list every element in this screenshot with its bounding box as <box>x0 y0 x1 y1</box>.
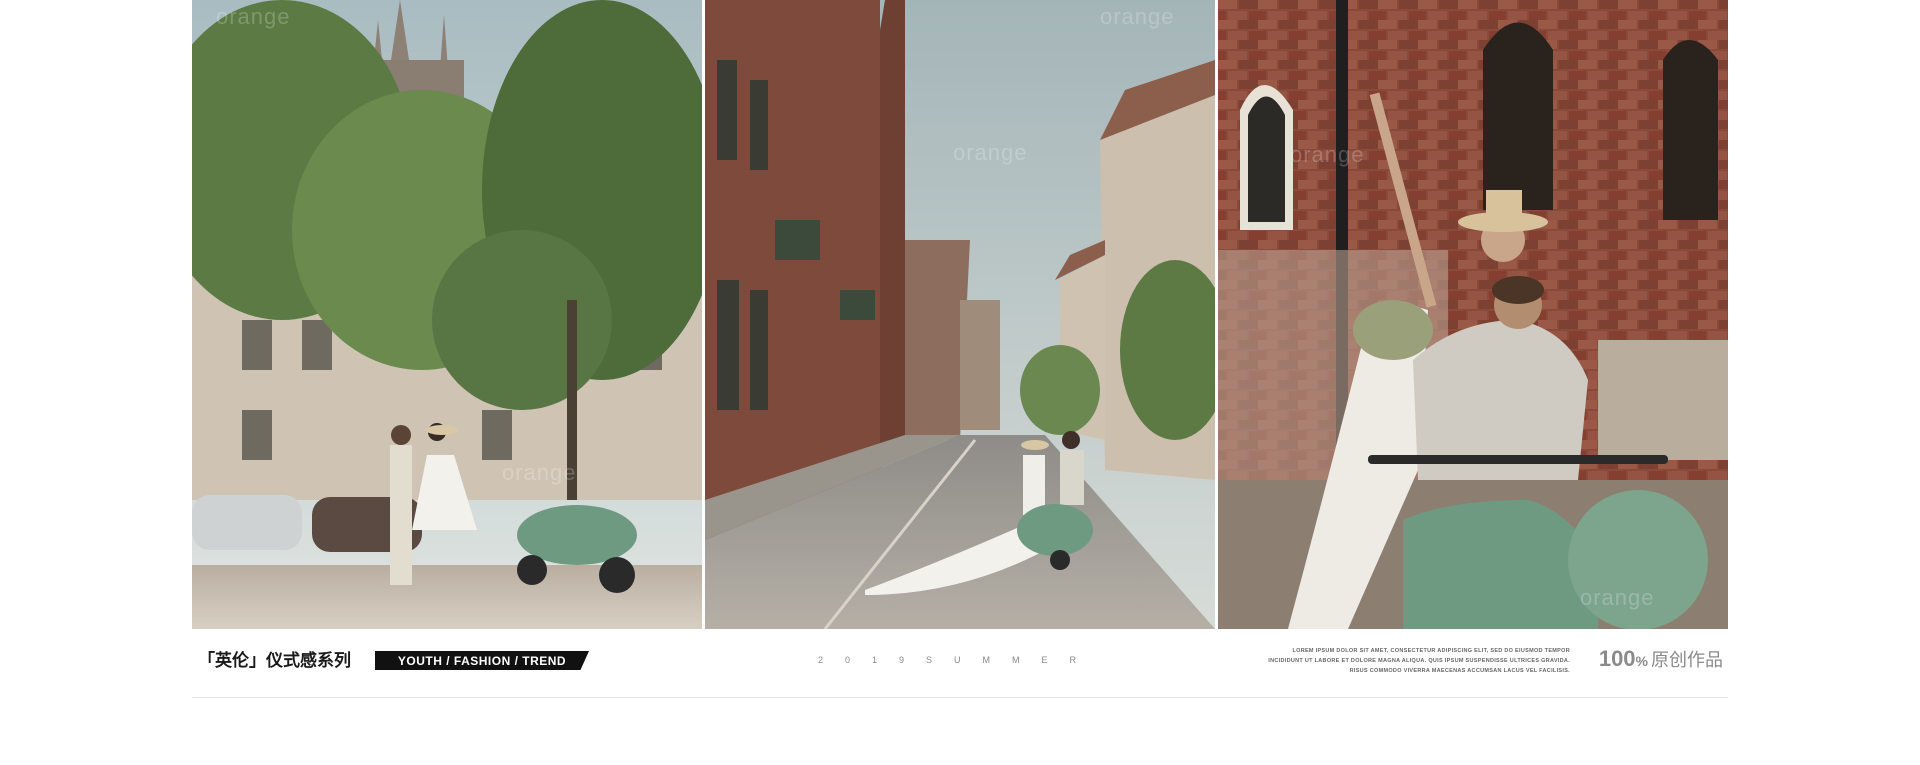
badge-percent: % <box>1635 653 1648 669</box>
caption-footer: 「英伦」仪式感系列 YOUTH / FASHION / TREND 2019SU… <box>192 640 1728 696</box>
lorem-line: LOREM IPSUM DOLOR SIT AMET, CONSECTETUR … <box>1292 648 1570 654</box>
photo-couple-scooter-trees[interactable]: orange orange <box>192 0 702 629</box>
series-title: 「英伦」仪式感系列 <box>198 651 351 670</box>
photo-couple-riding-street[interactable]: orange orange <box>705 0 1215 629</box>
photo-image-3 <box>1218 0 1728 629</box>
original-work-badge: 100% 原创作品 <box>1599 646 1723 672</box>
lorem-line: INCIDIDUNT UT LABORE ET DOLORE MAGNA ALI… <box>1268 658 1570 664</box>
photo-image-2 <box>705 0 1215 629</box>
divider-line <box>192 697 1728 698</box>
photo-image-1 <box>192 0 702 629</box>
badge-text: 原创作品 <box>1651 650 1723 670</box>
lorem-text-block: LOREM IPSUM DOLOR SIT AMET, CONSECTETUR … <box>1240 646 1570 676</box>
badge-number: 100 <box>1598 646 1636 671</box>
photo-couple-scooter-brick[interactable]: orange orange <box>1218 0 1728 629</box>
photo-gallery: orange orange orange orange orange orang… <box>192 0 1728 629</box>
tagline-text: YOUTH / FASHION / TREND <box>397 653 567 668</box>
season-label: 2019SUMMER <box>818 655 1099 665</box>
tagline-bar: YOUTH / FASHION / TREND <box>375 651 589 670</box>
lorem-line: RISUS COMMODO VIVERRA MAECENAS ACCUMSAN … <box>1349 668 1570 674</box>
